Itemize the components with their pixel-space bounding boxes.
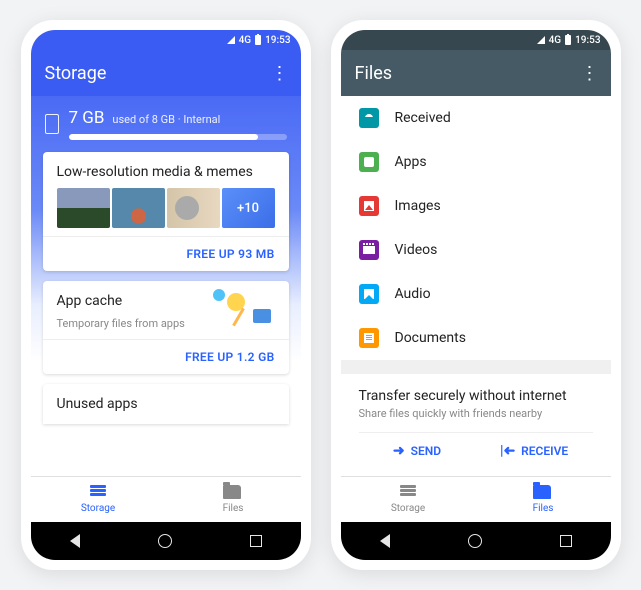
- category-received[interactable]: Received: [341, 96, 611, 140]
- card-title: App cache: [43, 281, 209, 317]
- media-thumbnails: +10: [43, 188, 289, 236]
- bottom-nav: Storage Files: [341, 476, 611, 522]
- category-label: Apps: [395, 154, 427, 170]
- free-up-button[interactable]: FREE UP 93 MB: [43, 236, 289, 271]
- receive-button[interactable]: ➜| RECEIVE: [476, 433, 593, 469]
- clock: 19:53: [575, 35, 600, 46]
- home-button[interactable]: [468, 534, 482, 548]
- folder-icon: [533, 485, 551, 499]
- cache-illustration: [209, 289, 279, 339]
- storage-summary: 7 GB used of 8 GB · Internal: [31, 96, 301, 152]
- nav-label: Files: [223, 503, 244, 514]
- home-button[interactable]: [158, 534, 172, 548]
- transfer-card: Transfer securely without internet Share…: [341, 374, 611, 476]
- card-app-cache[interactable]: App cache Temporary files from apps FREE…: [43, 281, 289, 374]
- status-bar: 4G 19:53: [341, 30, 611, 50]
- nav-storage[interactable]: Storage: [31, 477, 166, 522]
- videos-icon: [359, 240, 379, 260]
- images-icon: [359, 196, 379, 216]
- phone-storage: 4G 19:53 Storage ⋮ 7 GB used of 8 GB · I…: [21, 20, 311, 570]
- system-nav-bar: [31, 522, 301, 560]
- storage-used-label: used of 8 GB · Internal: [112, 113, 220, 126]
- status-bar: 4G 19:53: [31, 30, 301, 50]
- clock: 19:53: [265, 35, 290, 46]
- send-icon: ➜: [393, 443, 405, 459]
- category-images[interactable]: Images: [341, 184, 611, 228]
- back-button[interactable]: [380, 534, 390, 548]
- receive-label: RECEIVE: [521, 444, 568, 458]
- page-title: Files: [355, 63, 393, 84]
- page-title: Storage: [45, 63, 107, 84]
- documents-icon: [359, 328, 379, 348]
- category-apps[interactable]: Apps: [341, 140, 611, 184]
- category-label: Images: [395, 198, 441, 214]
- back-button[interactable]: [70, 534, 80, 548]
- received-icon: [359, 108, 379, 128]
- storage-icon: [88, 485, 108, 501]
- signal-icon: [537, 36, 545, 44]
- signal-icon: [227, 36, 235, 44]
- storage-progress: [69, 134, 287, 140]
- battery-icon: [255, 35, 261, 45]
- receive-icon: ➜|: [500, 443, 515, 459]
- category-documents[interactable]: Documents: [341, 316, 611, 360]
- bottom-nav: Storage Files: [31, 476, 301, 522]
- content-area: 7 GB used of 8 GB · Internal Low-resolut…: [31, 96, 301, 476]
- nav-label: Storage: [391, 503, 425, 514]
- separator: [341, 360, 611, 374]
- send-button[interactable]: ➜ SEND: [359, 433, 476, 469]
- audio-icon: [359, 284, 379, 304]
- apps-icon: [359, 152, 379, 172]
- phone-files: 4G 19:53 Files ⋮ Received Apps Images Vi…: [331, 20, 621, 570]
- transfer-subtitle: Share files quickly with friends nearby: [359, 407, 593, 420]
- send-label: SEND: [411, 444, 441, 458]
- category-audio[interactable]: Audio: [341, 272, 611, 316]
- system-nav-bar: [341, 522, 611, 560]
- card-unused-apps[interactable]: Unused apps: [43, 384, 289, 424]
- nav-files[interactable]: Files: [166, 477, 301, 522]
- content-area: Received Apps Images Videos Audio Docume…: [341, 96, 611, 476]
- storage-used-value: 7 GB: [69, 108, 105, 128]
- phone-icon: [45, 114, 59, 134]
- network-label: 4G: [239, 35, 252, 46]
- app-bar: Storage ⋮: [31, 50, 301, 96]
- card-subtitle: Temporary files from apps: [43, 317, 209, 338]
- thumbnail[interactable]: [112, 188, 165, 228]
- category-label: Documents: [395, 330, 466, 346]
- card-low-res-media[interactable]: Low-resolution media & memes +10 FREE UP…: [43, 152, 289, 271]
- nav-files[interactable]: Files: [476, 477, 611, 522]
- transfer-title: Transfer securely without internet: [359, 388, 593, 404]
- network-label: 4G: [549, 35, 562, 46]
- overflow-menu-icon[interactable]: ⋮: [271, 63, 287, 84]
- category-label: Audio: [395, 286, 431, 302]
- thumbnail-more[interactable]: +10: [222, 188, 275, 228]
- storage-icon: [398, 485, 418, 501]
- recents-button[interactable]: [560, 535, 572, 547]
- free-up-button[interactable]: FREE UP 1.2 GB: [43, 339, 289, 374]
- nav-label: Storage: [81, 503, 115, 514]
- app-bar: Files ⋮: [341, 50, 611, 96]
- card-title: Low-resolution media & memes: [43, 152, 289, 188]
- battery-icon: [565, 35, 571, 45]
- overflow-menu-icon[interactable]: ⋮: [581, 63, 597, 84]
- thumbnail[interactable]: [57, 188, 110, 228]
- category-label: Received: [395, 110, 451, 126]
- recents-button[interactable]: [250, 535, 262, 547]
- category-label: Videos: [395, 242, 438, 258]
- category-videos[interactable]: Videos: [341, 228, 611, 272]
- nav-label: Files: [533, 503, 554, 514]
- nav-storage[interactable]: Storage: [341, 477, 476, 522]
- folder-icon: [223, 485, 241, 499]
- thumbnail[interactable]: [167, 188, 220, 228]
